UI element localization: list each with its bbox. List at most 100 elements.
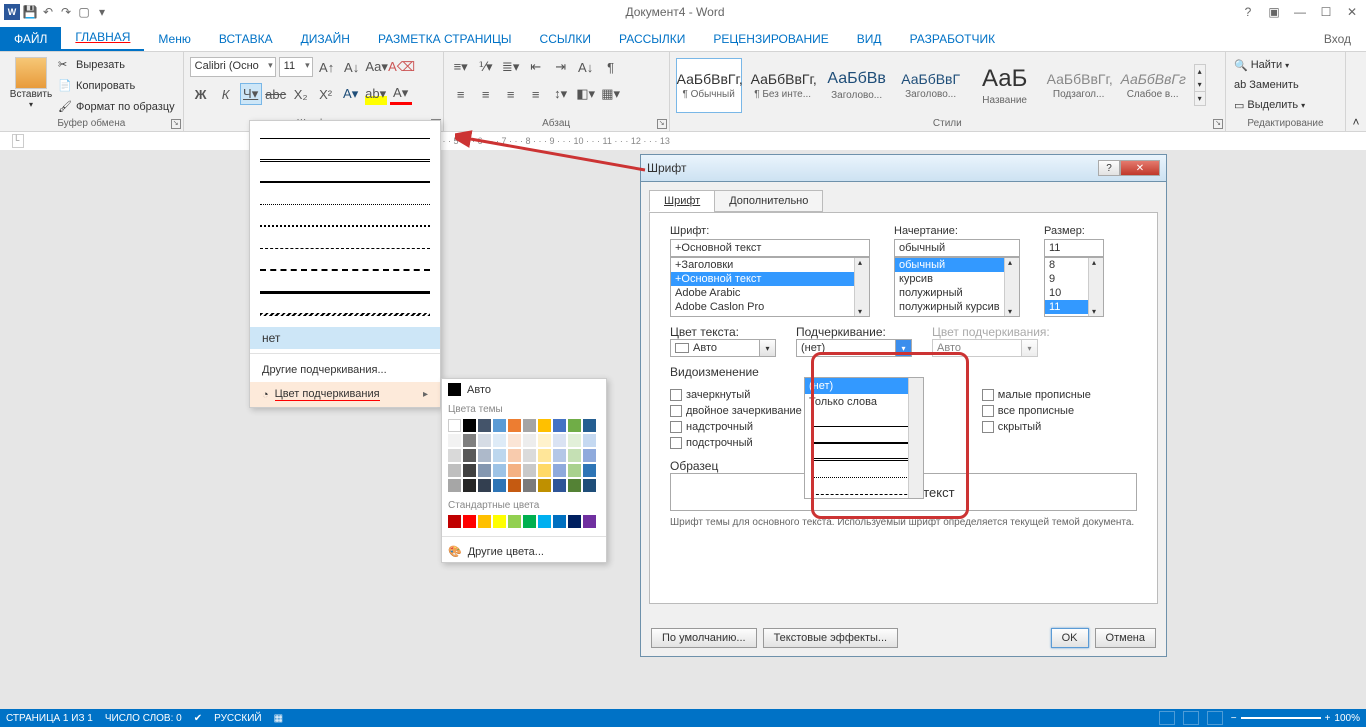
color-swatch[interactable] <box>583 449 596 462</box>
increase-indent-icon[interactable]: ⇥ <box>550 56 572 78</box>
paste-button[interactable]: Вставить ▾ <box>6 55 56 109</box>
color-swatch[interactable] <box>493 464 506 477</box>
color-swatch[interactable] <box>508 419 521 432</box>
underline-style-dotted-thick[interactable] <box>260 215 430 237</box>
more-underlines-item[interactable]: Другие подчеркивания... <box>250 358 440 382</box>
color-swatch[interactable] <box>568 434 581 447</box>
italic-button[interactable]: К <box>215 83 237 105</box>
color-swatch[interactable] <box>568 515 581 528</box>
color-swatch[interactable] <box>478 449 491 462</box>
color-swatch[interactable] <box>568 419 581 432</box>
color-swatch[interactable] <box>568 449 581 462</box>
justify-icon[interactable]: ≡ <box>525 83 547 105</box>
color-swatch[interactable] <box>478 479 491 492</box>
align-right-icon[interactable]: ≡ <box>500 83 522 105</box>
size-input[interactable]: 11 <box>1044 239 1104 257</box>
underline-style-dash-long[interactable] <box>260 259 430 281</box>
help-icon[interactable]: ? <box>1240 4 1256 20</box>
color-swatch[interactable] <box>523 419 536 432</box>
change-case-icon[interactable]: Aa▾ <box>366 56 388 78</box>
text-color-combo[interactable]: Авто▾ <box>670 339 776 357</box>
font-name-combo[interactable]: Calibri (Осно <box>190 57 276 77</box>
color-swatch[interactable] <box>538 464 551 477</box>
cb-hidden[interactable]: скрытый <box>982 421 1091 433</box>
tab-design[interactable]: ДИЗАЙН <box>287 27 364 51</box>
format-painter-button[interactable]: 🖌Формат по образцу <box>56 97 177 117</box>
style-heading2[interactable]: АаБбВвГЗаголово... <box>898 58 964 113</box>
color-swatch[interactable] <box>448 419 461 432</box>
bold-button[interactable]: Ж <box>190 83 212 105</box>
view-print-icon[interactable] <box>1183 711 1199 725</box>
dialog-tab-font[interactable]: Шрифт <box>649 190 715 212</box>
spellcheck-icon[interactable]: ✔ <box>194 713 202 724</box>
status-wordcount[interactable]: ЧИСЛО СЛОВ: 0 <box>105 713 182 724</box>
status-language[interactable]: РУССКИЙ <box>214 713 261 724</box>
styles-launcher-icon[interactable]: ↘ <box>1213 119 1223 129</box>
select-button[interactable]: ▭Выделить▾ <box>1232 95 1307 115</box>
color-swatch[interactable] <box>553 449 566 462</box>
dialog-close-icon[interactable]: ✕ <box>1120 160 1160 176</box>
subscript-button[interactable]: X₂ <box>290 83 312 105</box>
copy-button[interactable]: 📄Копировать <box>56 76 177 96</box>
style-weak[interactable]: АаБбВвГгСлабое в... <box>1120 58 1186 113</box>
ribbon-display-icon[interactable]: ▣ <box>1266 4 1282 20</box>
color-swatch[interactable] <box>508 449 521 462</box>
minimize-icon[interactable]: — <box>1292 4 1308 20</box>
cut-button[interactable]: ✂Вырезать <box>56 55 177 75</box>
qat-dropdown-icon[interactable]: ▾ <box>94 4 110 20</box>
size-listbox[interactable]: 8 9 10 11 12 <box>1044 257 1104 317</box>
login-link[interactable]: Вход <box>1319 27 1356 51</box>
color-swatch[interactable] <box>538 449 551 462</box>
color-swatch[interactable] <box>538 515 551 528</box>
maximize-icon[interactable]: ☐ <box>1318 4 1334 20</box>
grow-font-icon[interactable]: A↑ <box>316 56 338 78</box>
borders-icon[interactable]: ▦▾ <box>600 83 622 105</box>
color-swatch[interactable] <box>478 434 491 447</box>
default-button[interactable]: По умолчанию... <box>651 628 757 648</box>
color-swatch[interactable] <box>478 515 491 528</box>
color-swatch[interactable] <box>493 515 506 528</box>
color-swatch[interactable] <box>523 479 536 492</box>
font-input[interactable]: +Основной текст <box>670 239 870 257</box>
color-swatch[interactable] <box>568 479 581 492</box>
show-marks-icon[interactable]: ¶ <box>600 56 622 78</box>
multilevel-icon[interactable]: ≣▾ <box>500 56 522 78</box>
color-swatch[interactable] <box>463 449 476 462</box>
tab-file[interactable]: ФАЙЛ <box>0 27 61 51</box>
text-effects-button[interactable]: Текстовые эффекты... <box>763 628 899 648</box>
color-swatch[interactable] <box>523 434 536 447</box>
color-swatch[interactable] <box>493 449 506 462</box>
color-swatch[interactable] <box>523 515 536 528</box>
line-spacing-icon[interactable]: ↕▾ <box>550 83 572 105</box>
numbering-icon[interactable]: ⅟▾ <box>475 56 497 78</box>
zoom-value[interactable]: 100% <box>1334 713 1360 724</box>
zoom-in-icon[interactable]: + <box>1325 713 1331 724</box>
color-swatch[interactable] <box>538 419 551 432</box>
dialog-tab-advanced[interactable]: Дополнительно <box>714 190 823 212</box>
style-title[interactable]: АаБНазвание <box>972 58 1038 113</box>
color-auto-item[interactable]: Авто <box>442 379 606 400</box>
view-read-icon[interactable] <box>1159 711 1175 725</box>
color-swatch[interactable] <box>493 479 506 492</box>
tab-references[interactable]: ССЫЛКИ <box>526 27 605 51</box>
view-web-icon[interactable] <box>1207 711 1223 725</box>
strike-button[interactable]: abc <box>265 83 287 105</box>
tab-home[interactable]: ГЛАВНАЯ <box>61 25 144 51</box>
undo-icon[interactable]: ↶ <box>40 4 56 20</box>
color-swatch[interactable] <box>448 449 461 462</box>
color-swatch[interactable] <box>478 464 491 477</box>
color-swatch[interactable] <box>463 479 476 492</box>
paragraph-launcher-icon[interactable]: ↘ <box>657 119 667 129</box>
color-swatch[interactable] <box>583 434 596 447</box>
color-swatch[interactable] <box>478 419 491 432</box>
color-swatch[interactable] <box>538 434 551 447</box>
color-swatch[interactable] <box>508 434 521 447</box>
color-swatch[interactable] <box>508 479 521 492</box>
find-button[interactable]: 🔍Найти▾ <box>1232 55 1291 75</box>
color-swatch[interactable] <box>553 419 566 432</box>
clear-format-icon[interactable]: A⌫ <box>391 56 413 78</box>
color-swatch[interactable] <box>523 449 536 462</box>
sort-icon[interactable]: A↓ <box>575 56 597 78</box>
style-no-spacing[interactable]: АаБбВвГг,¶ Без инте... <box>750 58 816 113</box>
color-swatch[interactable] <box>553 479 566 492</box>
